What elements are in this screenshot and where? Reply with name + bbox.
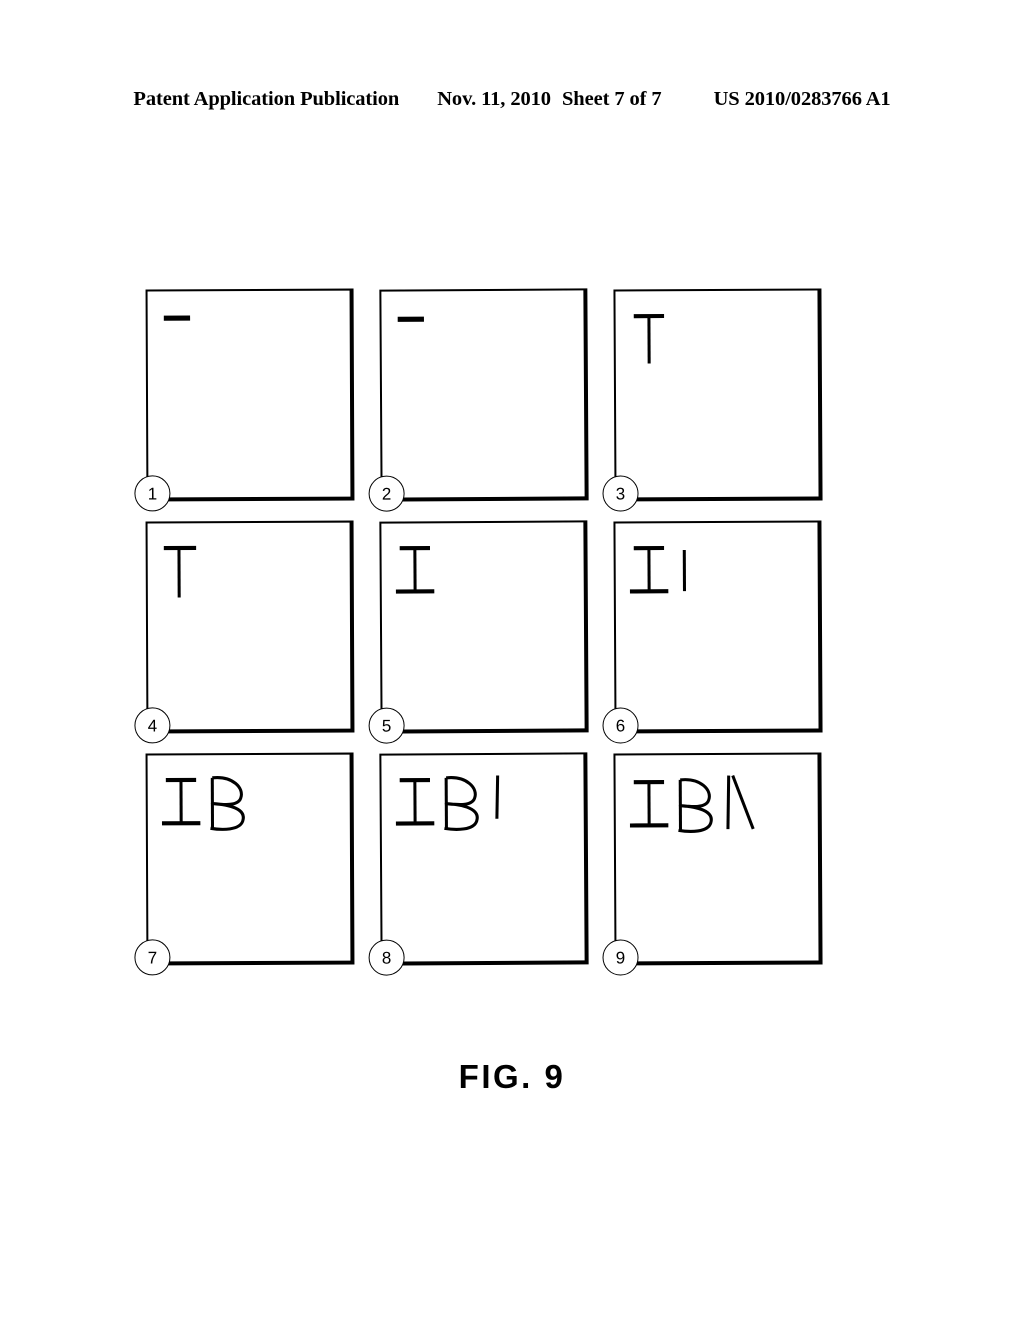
panel-index-3: 3: [602, 475, 639, 512]
stroke-b-bowls: [678, 778, 713, 833]
panel-5[interactable]: 5: [368, 520, 589, 744]
panel-7[interactable]: 7: [134, 752, 355, 976]
panel-9[interactable]: 9: [602, 752, 823, 976]
panel-7-ink: [161, 776, 245, 831]
stroke-m-stroke-1: [726, 775, 731, 830]
figure-caption: FIG. 9: [458, 1058, 566, 1095]
figure-9: 1 2 3 4 5 6 7 8 9 FIG. 9: [0, 0, 1024, 1320]
panel-3-ink: [633, 313, 665, 364]
panel-6-ink: [629, 545, 687, 594]
panel-2-ink: [397, 316, 424, 322]
panel-index-4: 4: [134, 707, 171, 744]
panel-index-5: 5: [368, 707, 405, 744]
panel-1[interactable]: 1: [134, 288, 355, 512]
stroke-b-bowls: [210, 776, 245, 831]
panel-index-8: 8: [368, 939, 405, 976]
panel-9-ink: [629, 774, 755, 833]
panel-grid: 1 2 3 4 5 6 7 8 9: [134, 288, 846, 976]
panel-8[interactable]: 8: [368, 752, 589, 976]
panel-index-2: 2: [368, 475, 405, 512]
panel-index-6: 6: [602, 707, 639, 744]
stroke-m-stroke-1: [495, 775, 500, 819]
panel-3[interactable]: 3: [602, 288, 823, 512]
stroke-b-bowls: [444, 776, 479, 831]
panel-2[interactable]: 2: [368, 288, 589, 512]
panel-1-ink: [163, 315, 191, 321]
panel-index-9: 9: [602, 939, 639, 976]
stroke-m-stroke-2: [731, 774, 755, 830]
panel-4-ink: [163, 545, 197, 598]
panel-8-ink: [395, 775, 500, 831]
panel-6[interactable]: 6: [602, 520, 823, 744]
panel-index-7: 7: [134, 939, 171, 976]
panel-index-1: 1: [134, 475, 171, 512]
panel-5-ink: [395, 545, 435, 594]
panel-4[interactable]: 4: [134, 520, 355, 744]
